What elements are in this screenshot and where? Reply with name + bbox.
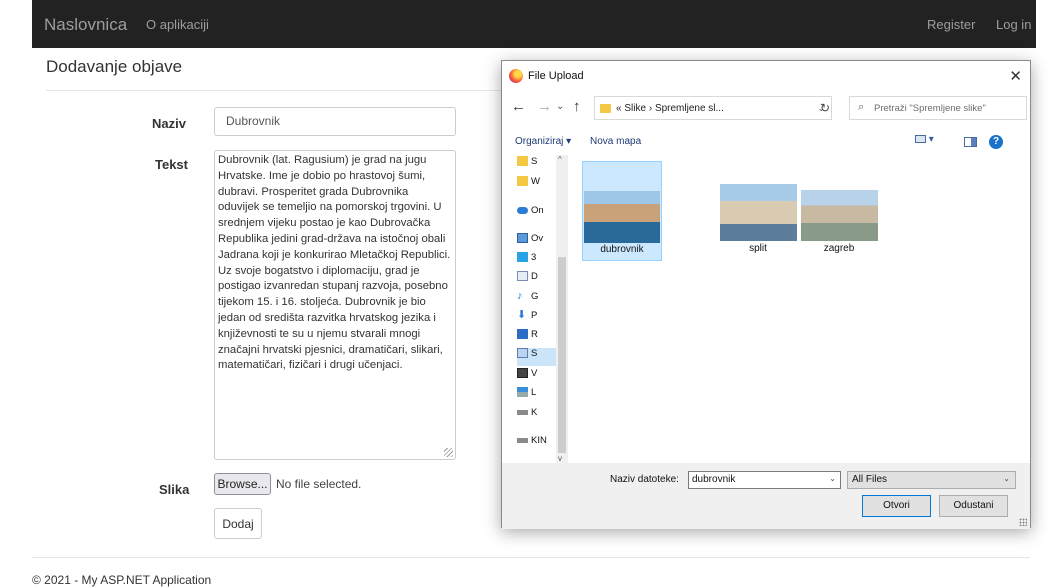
divider (32, 557, 1030, 558)
file-name: zagreb (823, 243, 855, 254)
refresh-icon[interactable]: ↻ (820, 101, 830, 115)
new-folder-button[interactable]: Nova mapa (590, 136, 641, 147)
breadcrumb-slike[interactable]: Slike (624, 103, 646, 114)
music-icon: ♪ (517, 290, 523, 303)
file-name: dubrovnik (600, 244, 644, 255)
file-upload-dialog: File Upload ✕ ← → ⌄ ↑ « Slike › Spremlje… (501, 60, 1031, 529)
back-arrow-icon[interactable]: ← (511, 98, 526, 115)
dialog-navigation-bar: ← → ⌄ ↑ « Slike › Spremljene sl... ⌄ ↻ ⌕… (502, 96, 1030, 122)
objects-3d-icon (517, 252, 528, 263)
up-arrow-icon[interactable]: ↑ (573, 98, 581, 115)
tekst-value: Dubrovnik (lat. Ragusium) je grad na jug… (218, 154, 451, 372)
slika-label: Slika (159, 482, 190, 497)
forward-arrow-icon[interactable]: → (537, 98, 552, 115)
resize-grip-icon[interactable] (1019, 518, 1027, 526)
address-bar[interactable]: « Slike › Spremljene sl... ⌄ (594, 96, 832, 120)
naziv-input[interactable]: Dubrovnik (214, 107, 456, 136)
login-link[interactable]: Log in (996, 17, 1031, 32)
computer-icon (517, 233, 528, 244)
file-item-zagreb[interactable]: zagreb (799, 161, 879, 261)
folder-icon (600, 104, 611, 113)
tekst-label: Tekst (155, 157, 188, 172)
filename-label: Naziv datoteke: (610, 474, 679, 485)
breadcrumb-prefix: « (616, 103, 622, 114)
cloud-icon (517, 206, 528, 214)
chevron-down-icon: ⌄ (1003, 474, 1010, 483)
folder-icon (517, 176, 528, 187)
submit-button[interactable]: Dodaj (214, 508, 262, 539)
drive-icon (517, 409, 528, 415)
cancel-button[interactable]: Odustani (939, 495, 1008, 517)
pictures-icon (517, 348, 528, 359)
network-drive-icon (517, 387, 528, 398)
close-icon[interactable]: ✕ (1009, 67, 1022, 85)
help-icon[interactable]: ? (989, 135, 1003, 149)
preview-pane-icon[interactable] (964, 137, 977, 147)
usb-drive-icon (517, 437, 528, 443)
search-icon: ⌕ (858, 101, 865, 113)
page-title: Dodavanje objave (46, 57, 183, 76)
chevron-down-icon[interactable]: ⌄ (829, 474, 836, 483)
breadcrumb-separator: › (648, 103, 653, 114)
desktop-icon (517, 329, 528, 340)
chevron-up-icon[interactable]: ^ (558, 155, 562, 164)
organize-menu[interactable]: Organiziraj ▾ (515, 136, 571, 147)
dialog-footer: Naziv datoteke: dubrovnik ⌄ All Files ⌄ … (502, 463, 1030, 529)
search-placeholder: Pretraži "Spremljene slike" (874, 103, 986, 114)
address-path: « Slike › Spremljene sl... (616, 103, 724, 114)
breadcrumb-spremljene[interactable]: Spremljene sl... (655, 103, 724, 114)
file-item-split[interactable]: split (718, 161, 798, 261)
filetype-select[interactable]: All Files ⌄ (847, 471, 1016, 489)
file-status-text: No file selected. (276, 477, 362, 491)
folder-icon (517, 156, 528, 167)
search-input[interactable]: ⌕ Pretraži "Spremljene slike" (849, 96, 1027, 120)
browse-button[interactable]: Browse... (214, 473, 271, 495)
firefox-icon (509, 69, 523, 83)
tekst-textarea[interactable]: Dubrovnik (lat. Ragusium) je grad na jug… (214, 150, 456, 460)
nav-about-link[interactable]: O aplikaciji (146, 17, 209, 32)
videos-icon (517, 368, 528, 379)
dialog-title: File Upload (528, 70, 584, 82)
downloads-icon: ⬇ (517, 309, 527, 322)
chevron-down-icon[interactable]: v (558, 454, 562, 463)
brand-link[interactable]: Naslovnica (44, 15, 127, 35)
image-thumbnail (720, 184, 797, 241)
view-options-icon[interactable]: ▾ (915, 134, 949, 150)
image-thumbnail (801, 190, 878, 241)
filename-input[interactable]: dubrovnik ⌄ (688, 471, 841, 489)
documents-icon (517, 271, 528, 282)
dialog-titlebar[interactable]: File Upload ✕ (502, 61, 1030, 92)
image-thumbnail (584, 191, 660, 243)
resize-grip-icon[interactable] (444, 448, 453, 457)
file-list: dubrovnik split zagreb (572, 155, 1030, 463)
open-button[interactable]: Otvori (862, 495, 931, 517)
chevron-down-icon[interactable]: ⌄ (556, 101, 564, 112)
scrollbar-thumb[interactable] (558, 257, 566, 453)
file-name: split (749, 243, 767, 254)
file-item-dubrovnik[interactable]: dubrovnik (582, 161, 662, 261)
dialog-toolbar: Organiziraj ▾ Nova mapa ▾ ? (502, 133, 1030, 153)
register-link[interactable]: Register (927, 17, 975, 32)
navbar: Naslovnica O aplikaciji Register Log in (32, 0, 1036, 48)
naziv-label: Naziv (152, 116, 186, 131)
divider (46, 90, 501, 91)
filetype-value: All Files (852, 474, 888, 485)
nav-scrollbar[interactable]: ^ v (556, 155, 568, 463)
footer-text: © 2021 - My ASP.NET Application (32, 573, 212, 587)
filename-value: dubrovnik (692, 474, 736, 485)
